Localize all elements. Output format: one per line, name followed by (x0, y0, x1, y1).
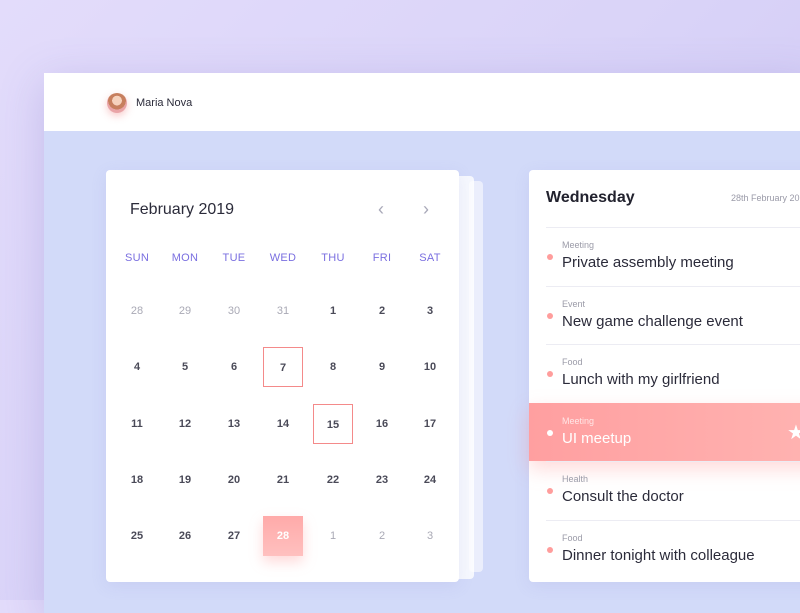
weekday-thu: THU (321, 252, 345, 264)
calendar-day-selected[interactable]: 28 (263, 516, 303, 556)
user-avatar[interactable] (107, 93, 127, 113)
calendar-day[interactable]: 2 (362, 291, 402, 331)
agenda-item-title: New game challenge event (562, 313, 743, 330)
agenda-item-dot (547, 371, 553, 377)
agenda-item[interactable]: Meeting Private assembly meeting (529, 227, 800, 285)
calendar-day[interactable]: 22 (313, 460, 353, 500)
calendar-day[interactable]: 6 (214, 347, 254, 387)
calendar-day[interactable]: 1 (313, 516, 353, 556)
agenda-item-dot (547, 547, 553, 553)
weekday-fri: FRI (372, 252, 392, 264)
calendar-day[interactable]: 11 (117, 404, 157, 444)
calendar-day[interactable]: 26 (165, 516, 205, 556)
calendar-day[interactable]: 2 (362, 516, 402, 556)
calendar-day[interactable]: 8 (313, 347, 353, 387)
agenda-item-category: Event (562, 299, 586, 309)
chevron-right-icon[interactable]: › (417, 200, 435, 218)
weekday-sun: SUN (124, 252, 150, 264)
calendar-day[interactable]: 18 (117, 460, 157, 500)
agenda-item[interactable]: Health Consult the doctor (529, 461, 800, 519)
calendar-day[interactable]: 27 (214, 516, 254, 556)
agenda-item-category: Meeting (562, 416, 595, 426)
agenda-item[interactable]: Event New game challenge event (529, 286, 800, 344)
agenda-item-category: Health (562, 474, 589, 484)
agenda-item-title: Private assembly meeting (562, 254, 734, 271)
user-name[interactable]: Maria Nova (136, 97, 192, 109)
calendar-day[interactable]: 3 (410, 516, 450, 556)
agenda-item-dot (547, 488, 553, 494)
agenda-item-title: Lunch with my girlfriend (562, 371, 720, 388)
agenda-item-dot (547, 430, 553, 436)
calendar-month-title: February 2019 (130, 201, 235, 218)
calendar-day[interactable]: 13 (214, 404, 254, 444)
agenda-item-dot (547, 313, 553, 319)
calendar-day[interactable]: 31 (263, 291, 303, 331)
agenda-item[interactable]: Food Lunch with my girlfriend (529, 344, 800, 402)
calendar-day[interactable]: 1 (313, 291, 353, 331)
agenda-item-title: Consult the doctor (562, 488, 684, 505)
calendar-day[interactable]: 20 (214, 460, 254, 500)
agenda-day-title: Wednesday (546, 189, 635, 206)
star-icon[interactable]: ★ (787, 420, 800, 445)
calendar-day[interactable]: 12 (165, 404, 205, 444)
calendar-day[interactable]: 19 (165, 460, 205, 500)
calendar-day[interactable]: 25 (117, 516, 157, 556)
agenda-panel: Wednesday 28th February 2019 Meeting Priv… (529, 170, 800, 582)
agenda-item-category: Food (562, 533, 583, 543)
agenda-item[interactable]: Meeting UI meetup ★ (529, 403, 800, 461)
calendar-day[interactable]: 30 (214, 291, 254, 331)
calendar-day[interactable]: 28 (117, 291, 157, 331)
calendar-day[interactable]: 7 (263, 347, 303, 387)
agenda-item-divider (546, 520, 800, 521)
calendar-day[interactable]: 3 (410, 291, 450, 331)
agenda-item-divider (546, 227, 800, 228)
agenda-date: 28th February 2019 (731, 193, 800, 203)
calendar-day[interactable]: 15 (313, 404, 353, 444)
chevron-left-icon[interactable]: ‹ (372, 200, 390, 218)
agenda-item-dot (547, 254, 553, 260)
calendar-day[interactable]: 10 (410, 347, 450, 387)
agenda-item-category: Meeting (562, 240, 595, 250)
calendar-day[interactable]: 9 (362, 347, 402, 387)
calendar-card: February 2019 ‹ › SUN MON TUE WED THU FRI SAT … (106, 170, 459, 582)
calendar-day[interactable]: 23 (362, 460, 402, 500)
calendar-day[interactable]: 16 (362, 404, 402, 444)
weekday-tue: TUE (222, 252, 246, 264)
calendar-day[interactable]: 4 (117, 347, 157, 387)
agenda-item-divider (546, 344, 800, 345)
weekday-wed: WED (269, 252, 297, 264)
calendar-day[interactable]: 29 (165, 291, 205, 331)
agenda-item[interactable]: Food Dinner tonight with colleague (529, 520, 800, 578)
agenda-item-divider (546, 461, 800, 462)
agenda-item-title: Dinner tonight with colleague (562, 547, 755, 564)
agenda-item-title: UI meetup (562, 430, 632, 447)
weekday-sat: SAT (419, 252, 441, 264)
calendar-day[interactable]: 24 (410, 460, 450, 500)
weekday-mon: MON (171, 252, 199, 264)
calendar-day[interactable]: 21 (263, 460, 303, 500)
calendar-day[interactable]: 14 (263, 404, 303, 444)
top-bar: Maria Nova (44, 73, 800, 131)
agenda-item-divider (546, 286, 800, 287)
calendar-day[interactable]: 5 (165, 347, 205, 387)
calendar-day[interactable]: 17 (410, 404, 450, 444)
app-window: Maria Nova February 2019 ‹ › SUN MON TUE WE… (44, 73, 800, 613)
agenda-item-category: Food (562, 357, 583, 367)
